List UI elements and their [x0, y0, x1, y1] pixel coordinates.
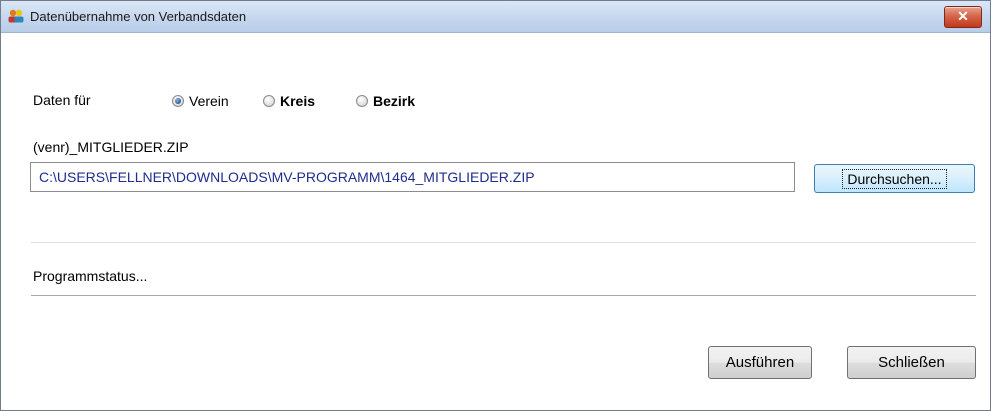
radio-checked-icon: [172, 95, 184, 107]
data-for-label: Daten für: [33, 92, 91, 108]
browse-button[interactable]: Durchsuchen...: [814, 164, 975, 193]
close-button[interactable]: Schließen: [847, 346, 976, 379]
close-window-button[interactable]: ✕: [944, 6, 982, 28]
run-button[interactable]: Ausführen: [708, 346, 812, 379]
program-status: Programmstatus...: [33, 268, 148, 284]
file-path-input[interactable]: [30, 162, 795, 192]
radio-unchecked-icon: [263, 95, 275, 107]
dialog-window: Datenübernahme von Verbandsdaten ✕ Daten…: [0, 0, 991, 411]
title-bar[interactable]: Datenübernahme von Verbandsdaten ✕: [1, 1, 990, 33]
close-icon: ✕: [957, 8, 969, 24]
divider: [31, 242, 976, 243]
radio-unchecked-icon: [356, 95, 368, 107]
zip-file-label: (venr)_MITGLIEDER.ZIP: [33, 139, 189, 155]
radio-bezirk[interactable]: Bezirk: [356, 93, 415, 109]
window-title: Datenübernahme von Verbandsdaten: [30, 9, 247, 24]
radio-verein[interactable]: Verein: [172, 93, 229, 109]
status-divider: [31, 295, 976, 296]
browse-button-label: Durchsuchen...: [842, 168, 947, 189]
radio-verein-label: Verein: [189, 93, 229, 109]
radio-kreis-label: Kreis: [280, 93, 316, 109]
members-app-icon: [8, 9, 24, 23]
radio-kreis[interactable]: Kreis: [263, 93, 315, 109]
radio-bezirk-label: Bezirk: [373, 93, 416, 109]
